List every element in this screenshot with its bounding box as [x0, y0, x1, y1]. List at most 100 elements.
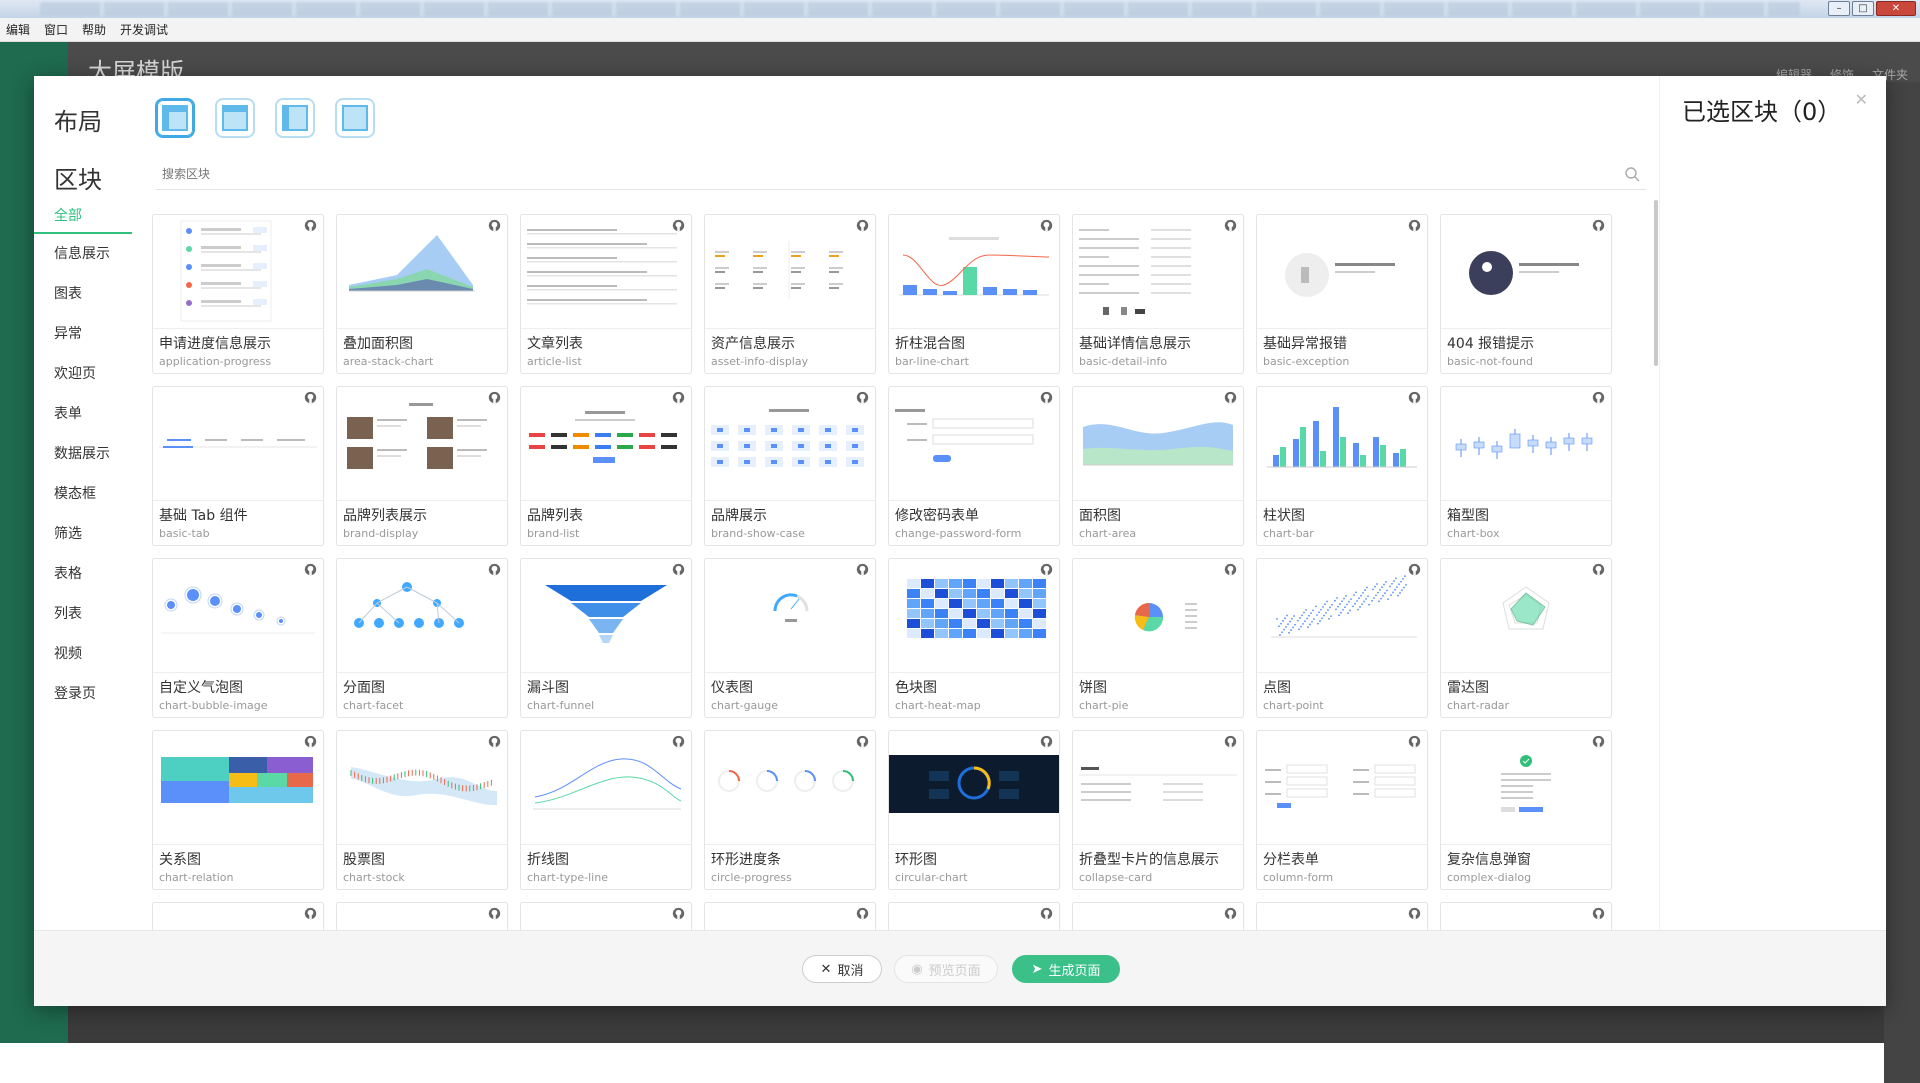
menu-item[interactable]: 窗口 [44, 21, 68, 38]
block-card[interactable]: 品牌展示 brand-show-case [704, 386, 876, 546]
github-icon[interactable] [1592, 391, 1605, 404]
block-card[interactable]: 漏斗图 chart-funnel [520, 558, 692, 718]
category-item[interactable]: 数据展示 [34, 434, 132, 474]
category-item[interactable]: 信息展示 [34, 234, 132, 274]
block-card[interactable]: 基础异常报错 basic-exception [1256, 214, 1428, 374]
github-icon[interactable] [304, 563, 317, 576]
preview-button[interactable]: ◉ 预览页面 [894, 955, 998, 983]
github-icon[interactable] [1592, 219, 1605, 232]
category-item[interactable]: 登录页 [34, 674, 132, 714]
github-icon[interactable] [1224, 907, 1237, 920]
category-item[interactable]: 视频 [34, 634, 132, 674]
generate-button[interactable]: ➤ 生成页面 [1012, 955, 1120, 983]
block-card[interactable]: 柱状图 chart-bar [1256, 386, 1428, 546]
block-card[interactable]: 股票图 chart-stock [336, 730, 508, 890]
block-card[interactable]: 关系图 chart-relation [152, 730, 324, 890]
github-icon[interactable] [672, 219, 685, 232]
github-icon[interactable] [304, 219, 317, 232]
block-card[interactable]: 点图 chart-point [1256, 558, 1428, 718]
search-input[interactable] [156, 160, 1556, 188]
github-icon[interactable] [1224, 563, 1237, 576]
github-icon[interactable] [672, 735, 685, 748]
github-icon[interactable] [672, 563, 685, 576]
category-item[interactable]: 欢迎页 [34, 354, 132, 394]
github-icon[interactable] [488, 563, 501, 576]
block-card[interactable]: 文章列表 article-list [520, 214, 692, 374]
github-icon[interactable] [1408, 563, 1421, 576]
github-icon[interactable] [1040, 735, 1053, 748]
block-card[interactable]: 复杂信息弹窗 complex-dialog [1440, 730, 1612, 890]
menu-item[interactable]: 帮助 [82, 21, 106, 38]
github-icon[interactable] [1040, 391, 1053, 404]
category-item[interactable]: 筛选 [34, 514, 132, 554]
github-icon[interactable] [1224, 219, 1237, 232]
block-card[interactable]: 基础详情信息展示 basic-detail-info [1072, 214, 1244, 374]
github-icon[interactable] [1592, 563, 1605, 576]
block-card[interactable]: 折柱混合图 bar-line-chart [888, 214, 1060, 374]
block-card[interactable]: 分栏表单 column-form [1256, 730, 1428, 890]
layout-option-button[interactable] [155, 98, 195, 138]
search-icon[interactable] [1624, 166, 1640, 182]
category-item[interactable]: 列表 [34, 594, 132, 634]
category-item[interactable]: 异常 [34, 314, 132, 354]
github-icon[interactable] [488, 735, 501, 748]
github-icon[interactable] [304, 391, 317, 404]
block-card[interactable]: 基础 Tab 组件 basic-tab [152, 386, 324, 546]
block-card[interactable]: 折叠型卡片的信息展示 collapse-card [1072, 730, 1244, 890]
menu-item[interactable]: 编辑 [6, 21, 30, 38]
github-icon[interactable] [304, 907, 317, 920]
github-icon[interactable] [1592, 735, 1605, 748]
block-card[interactable]: 叠加面积图 area-stack-chart [336, 214, 508, 374]
github-icon[interactable] [1040, 907, 1053, 920]
github-icon[interactable] [1040, 219, 1053, 232]
block-card[interactable]: 环形图 circular-chart [888, 730, 1060, 890]
grid-scrollbar[interactable] [1654, 200, 1658, 366]
block-card[interactable]: 品牌列表展示 brand-display [336, 386, 508, 546]
close-icon[interactable]: ✕ [1855, 90, 1868, 109]
block-card[interactable]: 品牌列表 brand-list [520, 386, 692, 546]
block-card[interactable]: 折线图 chart-type-line [520, 730, 692, 890]
layout-option-button[interactable] [215, 98, 255, 138]
layout-option-button[interactable] [335, 98, 375, 138]
github-icon[interactable] [672, 391, 685, 404]
minimize-icon[interactable]: – [1828, 1, 1850, 16]
block-card[interactable]: 饼图 chart-pie [1072, 558, 1244, 718]
block-card[interactable]: 环形进度条 circle-progress [704, 730, 876, 890]
github-icon[interactable] [856, 563, 869, 576]
github-icon[interactable] [856, 907, 869, 920]
block-card[interactable]: 404 报错提示 basic-not-found [1440, 214, 1612, 374]
block-card[interactable]: 申请进度信息展示 application-progress [152, 214, 324, 374]
github-icon[interactable] [856, 735, 869, 748]
maximize-icon[interactable]: □ [1852, 1, 1874, 16]
category-item[interactable]: 表单 [34, 394, 132, 434]
block-card[interactable]: 分面图 chart-facet [336, 558, 508, 718]
close-window-icon[interactable]: ✕ [1876, 1, 1916, 16]
github-icon[interactable] [1224, 735, 1237, 748]
github-icon[interactable] [1408, 735, 1421, 748]
block-card[interactable]: 雷达图 chart-radar [1440, 558, 1612, 718]
block-card[interactable]: 资产信息展示 asset-info-display [704, 214, 876, 374]
github-icon[interactable] [1040, 563, 1053, 576]
block-card[interactable]: 修改密码表单 change-password-form [888, 386, 1060, 546]
github-icon[interactable] [856, 391, 869, 404]
github-icon[interactable] [1408, 391, 1421, 404]
block-card[interactable]: 仪表图 chart-gauge [704, 558, 876, 718]
cancel-button[interactable]: ✕ 取消 [802, 955, 882, 983]
block-card[interactable]: 面积图 chart-area [1072, 386, 1244, 546]
menu-item[interactable]: 开发调试 [120, 21, 168, 38]
layout-option-button[interactable] [275, 98, 315, 138]
category-item[interactable]: 图表 [34, 274, 132, 314]
github-icon[interactable] [1408, 219, 1421, 232]
category-item[interactable]: 全部 [34, 196, 132, 234]
category-item[interactable]: 表格 [34, 554, 132, 594]
github-icon[interactable] [488, 907, 501, 920]
github-icon[interactable] [1408, 907, 1421, 920]
github-icon[interactable] [488, 391, 501, 404]
github-icon[interactable] [672, 907, 685, 920]
block-card[interactable]: 自定义气泡图 chart-bubble-image [152, 558, 324, 718]
github-icon[interactable] [1592, 907, 1605, 920]
block-card[interactable]: 箱型图 chart-box [1440, 386, 1612, 546]
github-icon[interactable] [304, 735, 317, 748]
category-item[interactable]: 模态框 [34, 474, 132, 514]
github-icon[interactable] [856, 219, 869, 232]
